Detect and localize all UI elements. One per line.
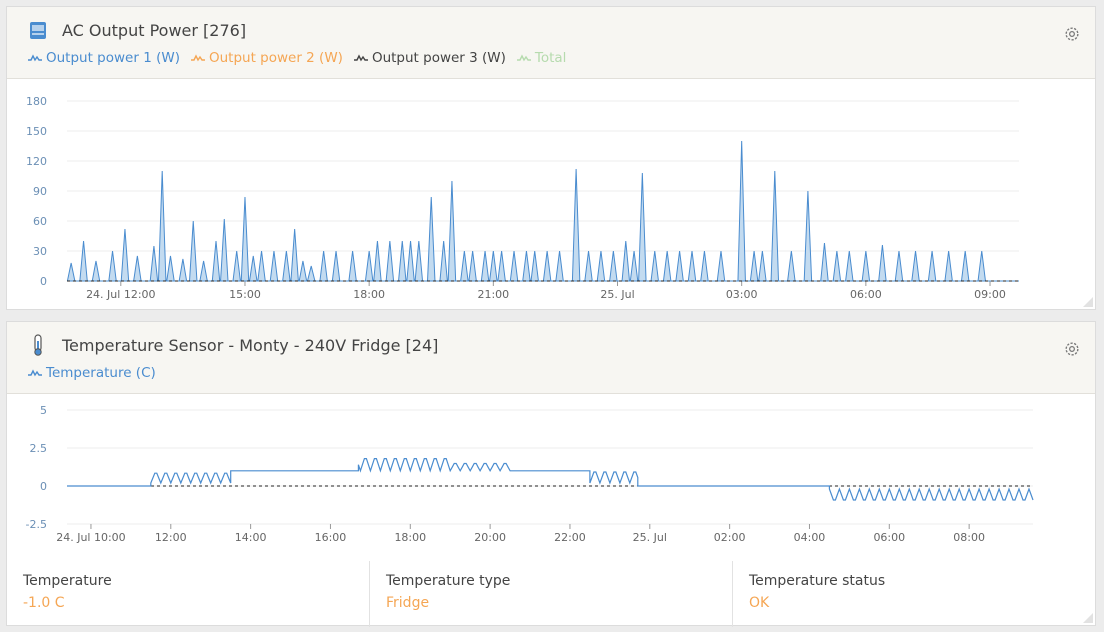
panel-title: AC Output Power [276] — [62, 21, 247, 40]
stat-temperature: Temperature -1.0 C — [7, 561, 370, 627]
legend-item[interactable]: Output power 3 (W) — [353, 50, 506, 66]
x-tick-label: 02:00 — [714, 531, 746, 544]
ac-output-power-panel: AC Output Power [276] Output power 1 (W)… — [6, 6, 1096, 310]
y-tick-label: 150 — [26, 125, 47, 138]
x-tick-label: 06:00 — [850, 288, 882, 301]
stat-label: Temperature status — [749, 573, 886, 589]
legend-label: Temperature (C) — [46, 365, 156, 381]
legend-label: Total — [534, 50, 567, 66]
inverter-icon — [30, 22, 46, 39]
chart-legend: Temperature (C) — [27, 365, 156, 381]
temperature-chart[interactable]: 5 2.5 0 -2.5 24. Jul 10:00 12:00 14:00 16:00 18:… — [7, 394, 1095, 559]
y-tick-label: 120 — [26, 155, 47, 168]
x-tick-label: 09:00 — [974, 288, 1006, 301]
x-tick-label: 04:00 — [794, 531, 826, 544]
x-tick-label: 22:00 — [554, 531, 586, 544]
stat-label: Temperature type — [386, 573, 511, 589]
legend-label: Output power 2 (W) — [208, 50, 343, 66]
stat-label: Temperature — [23, 573, 112, 589]
legend-label: Output power 3 (W) — [371, 50, 506, 66]
x-tick-label: 21:00 — [477, 288, 509, 301]
power-chart[interactable]: 180 150 120 90 60 30 0 24. Jul 12:00 15:00 18:00 2… — [7, 79, 1095, 309]
stat-temperature-status: Temperature status OK — [733, 561, 1095, 627]
sensor-stats: Temperature -1.0 C Temperature type Frid… — [7, 561, 1095, 627]
temperature-sensor-panel: Temperature Sensor - Monty - 240V Fridge… — [6, 321, 1096, 627]
stat-temperature-type: Temperature type Fridge — [370, 561, 733, 627]
series-line-icon — [190, 54, 205, 62]
x-tick-label: 18:00 — [353, 288, 385, 301]
x-tick-label: 24. Jul 10:00 — [56, 531, 125, 544]
y-tick-label: 0 — [40, 275, 47, 288]
series-line-icon — [516, 54, 531, 62]
x-tick-label: 14:00 — [235, 531, 267, 544]
y-tick-label: 5 — [40, 404, 47, 417]
x-tick-label: 25. Jul — [633, 531, 667, 544]
panel-title: Temperature Sensor - Monty - 240V Fridge… — [62, 336, 439, 355]
stat-value: Fridge — [386, 595, 430, 611]
series-line-icon — [28, 54, 42, 62]
y-tick-label: 60 — [33, 215, 47, 228]
resize-handle[interactable] — [1083, 613, 1093, 623]
stat-value: OK — [749, 595, 770, 611]
thermometer-icon — [34, 334, 42, 356]
y-tick-label: 0 — [40, 480, 47, 493]
legend-item[interactable]: Temperature (C) — [27, 365, 156, 381]
y-tick-label: -2.5 — [26, 518, 47, 531]
x-tick-label: 20:00 — [474, 531, 506, 544]
legend-label: Output power 1 (W) — [46, 50, 180, 66]
y-tick-label: 90 — [33, 185, 47, 198]
legend-item[interactable]: Total — [516, 50, 567, 66]
stat-value: -1.0 C — [23, 595, 65, 611]
x-tick-label: 08:00 — [953, 531, 985, 544]
gear-icon[interactable] — [1063, 340, 1081, 358]
panel-header: Temperature Sensor - Monty - 240V Fridge… — [7, 322, 1095, 394]
legend-item[interactable]: Output power 2 (W) — [190, 50, 343, 66]
x-tick-label: 12:00 — [155, 531, 187, 544]
series-output-power-1-area — [66, 140, 1019, 282]
x-tick-label: 03:00 — [726, 288, 758, 301]
series-line-icon — [353, 54, 368, 62]
y-tick-label: 2.5 — [30, 442, 48, 455]
series-line-icon — [28, 369, 42, 377]
series-temperature-line — [67, 457, 1034, 501]
gear-icon[interactable] — [1063, 25, 1081, 43]
resize-handle[interactable] — [1083, 297, 1093, 307]
x-tick-label: 25. Jul — [600, 288, 634, 301]
x-tick-label: 16:00 — [315, 531, 347, 544]
legend-item[interactable]: Output power 1 (W) — [27, 50, 180, 66]
chart-legend: Output power 1 (W) Output power 2 (W) Outp… — [27, 50, 566, 66]
panel-header: AC Output Power [276] Output power 1 (W)… — [7, 7, 1095, 79]
x-tick-label: 06:00 — [873, 531, 905, 544]
y-tick-label: 180 — [26, 95, 47, 108]
x-tick-label: 15:00 — [229, 288, 261, 301]
x-tick-label: 24. Jul 12:00 — [86, 288, 155, 301]
x-tick-label: 18:00 — [394, 531, 426, 544]
y-tick-label: 30 — [33, 245, 47, 258]
